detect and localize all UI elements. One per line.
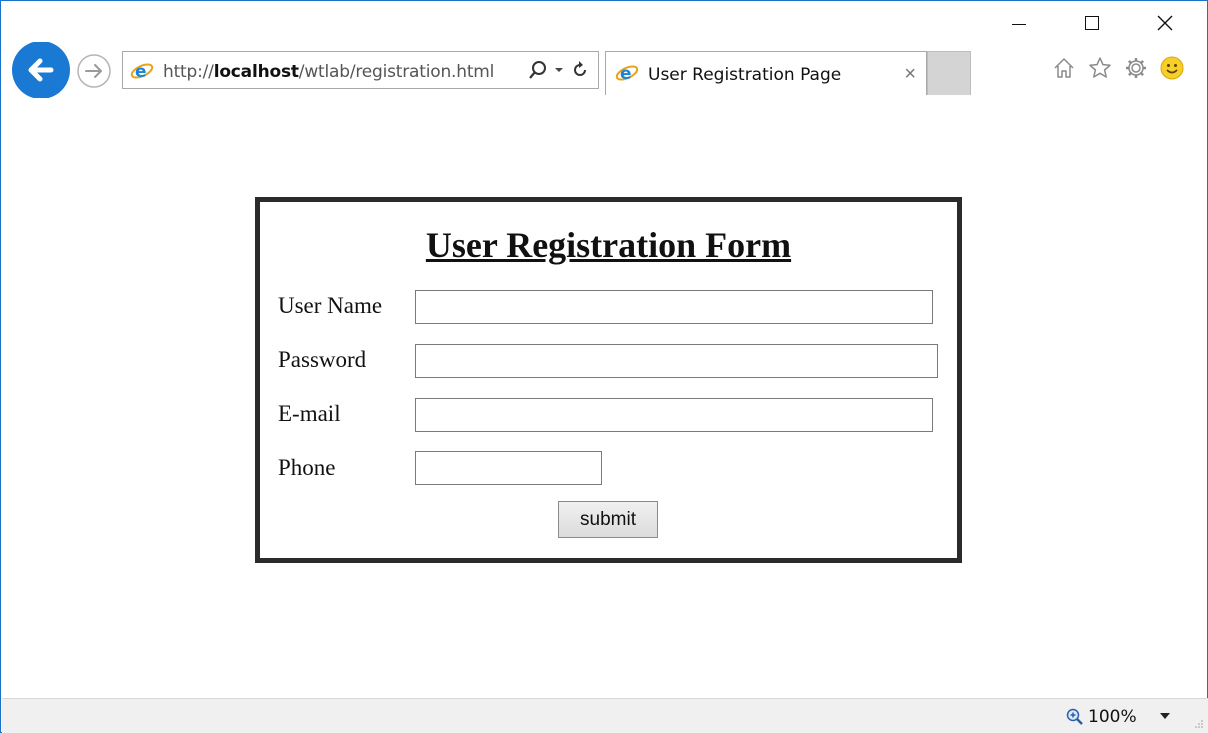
email-label: E-mail	[278, 401, 341, 426]
minimize-button[interactable]	[996, 9, 1042, 37]
gear-icon[interactable]	[1122, 54, 1150, 82]
tab-user-registration[interactable]: e User Registration Page ×	[605, 51, 927, 95]
refresh-icon[interactable]	[570, 60, 590, 80]
address-bar[interactable]: e http://localhost/wtlab/registration.ht…	[122, 51, 599, 89]
forward-button[interactable]	[76, 53, 112, 89]
close-window-button[interactable]	[1142, 9, 1188, 37]
star-icon[interactable]	[1086, 54, 1114, 82]
svg-text:e: e	[135, 62, 147, 82]
back-arrow-icon	[11, 42, 70, 98]
url-path: /wtlab/registration.html	[298, 62, 495, 82]
minimize-icon	[1012, 23, 1026, 25]
resize-grip-icon[interactable]	[1194, 719, 1204, 729]
tab-title: User Registration Page	[648, 65, 842, 85]
smiley-icon[interactable]	[1158, 54, 1186, 82]
close-icon	[1157, 15, 1173, 31]
tab-close-icon[interactable]: ×	[904, 63, 916, 86]
submit-button[interactable]: submit	[558, 501, 658, 538]
url-text[interactable]: http://localhost/wtlab/registration.html	[163, 62, 494, 82]
url-scheme: http://	[163, 62, 214, 82]
zoom-control[interactable]: 100%	[1066, 707, 1137, 727]
password-label: Password	[278, 347, 367, 372]
back-button[interactable]	[10, 42, 71, 98]
zoom-level: 100%	[1088, 707, 1137, 727]
ie-page-icon: e	[130, 62, 154, 82]
browser-window: e http://localhost/wtlab/registration.ht…	[0, 0, 1208, 733]
ie-tab-icon: e	[615, 64, 639, 84]
phone-input[interactable]	[415, 451, 602, 485]
new-tab-button[interactable]	[927, 51, 971, 95]
maximize-icon	[1085, 16, 1099, 30]
registration-form: User Registration Form User Name Passwor…	[255, 197, 962, 563]
home-icon[interactable]	[1050, 54, 1078, 82]
zoom-icon	[1066, 708, 1083, 725]
maximize-button[interactable]	[1069, 9, 1115, 37]
password-input[interactable]	[415, 344, 938, 378]
phone-label: Phone	[278, 455, 336, 480]
dropdown-caret-icon[interactable]	[554, 65, 564, 75]
url-host: localhost	[213, 62, 299, 82]
email-input[interactable]	[415, 398, 933, 432]
search-icon[interactable]	[528, 60, 548, 80]
form-title: User Registration Form	[425, 225, 792, 265]
forward-arrow-icon	[77, 54, 111, 88]
status-bar: 100%	[2, 698, 1208, 733]
username-label: User Name	[278, 293, 383, 318]
svg-text:e: e	[620, 64, 632, 84]
zoom-dropdown-icon[interactable]	[1160, 713, 1170, 719]
username-input[interactable]	[415, 290, 933, 324]
